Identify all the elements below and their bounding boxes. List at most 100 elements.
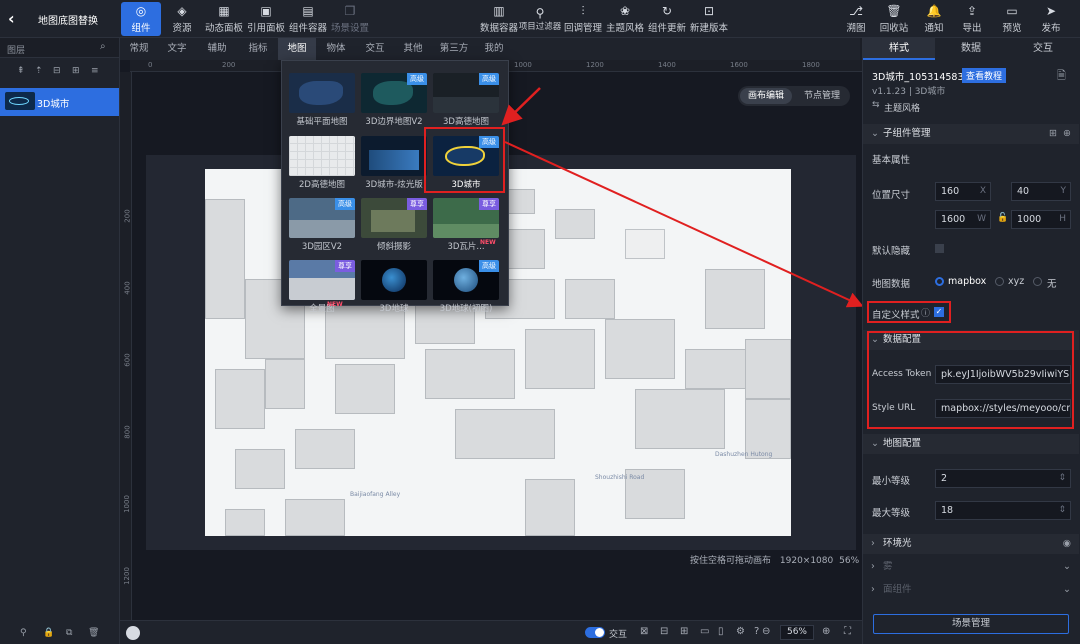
tab-other[interactable]: 其他 — [394, 38, 432, 60]
toolbar-reference-panel-button[interactable]: ▣ 引用面板 — [246, 2, 286, 36]
layout-icon[interactable]: ▯ — [718, 626, 724, 637]
move-up-icon[interactable]: ⇡ — [35, 66, 43, 76]
toolbar-dynamic-panel-button[interactable]: ▦ 动态面板 — [204, 2, 244, 36]
list-icon[interactable]: ≡ — [91, 66, 99, 76]
toolbar-preview-button[interactable]: ▭ 预览 — [992, 2, 1032, 36]
toolbar-data-container-button[interactable]: ▥ 数据容器 — [479, 2, 519, 36]
add-icon[interactable]: ⊕ — [1063, 124, 1071, 144]
map-thumb-basic-plane[interactable] — [289, 73, 355, 113]
width-input[interactable]: 1600 W — [935, 210, 991, 229]
move-top-icon[interactable]: ⇞ — [17, 66, 25, 76]
monitor-icon[interactable]: ▭ — [700, 626, 709, 637]
y-input[interactable]: 40 Y — [1011, 182, 1071, 201]
toolbar-container-button[interactable]: ▤ 组件容器 — [288, 2, 328, 36]
fit-screen-icon[interactable]: ⛶ — [844, 626, 851, 637]
screenshot-icon[interactable]: ⊠ — [640, 626, 648, 637]
collapsed-section-1[interactable]: › 雾 ⌄ — [863, 557, 1079, 577]
default-hidden-checkbox[interactable] — [935, 244, 944, 253]
tutorial-button[interactable]: 查看教程 — [962, 68, 1007, 83]
map-thumb-panorama[interactable]: 尊享 — [289, 260, 355, 300]
map-thumb-oblique-photo[interactable]: 尊享 — [361, 198, 427, 238]
zoom-in-icon[interactable]: ⊕ — [822, 626, 830, 637]
map-thumb-2d-amap[interactable] — [289, 136, 355, 176]
pin-icon[interactable]: ⚲ — [20, 628, 27, 638]
copy-icon[interactable]: ⧉ — [66, 628, 72, 638]
radio-xyz[interactable] — [995, 277, 1004, 286]
map-thumb-3d-earth[interactable] — [361, 260, 427, 300]
map-thumb-3d-park-v2[interactable]: 高级 — [289, 198, 355, 238]
folder-add-icon[interactable]: ⊞ — [1049, 124, 1057, 144]
theme-link[interactable]: 主题风格 — [884, 101, 920, 114]
tab-data[interactable]: 数据 — [935, 38, 1007, 60]
toolbar-scene-button[interactable]: ❐ 场景设置 — [330, 2, 370, 36]
back-button[interactable]: ‹ — [8, 9, 15, 28]
tab-style[interactable]: 样式 — [863, 38, 935, 60]
radio-mapbox[interactable] — [935, 277, 944, 286]
x-input[interactable]: 160 X — [935, 182, 991, 201]
delete-icon[interactable]: 🗑 — [88, 628, 99, 638]
table-icon[interactable]: ⊞ — [680, 626, 688, 637]
zoom-out-icon[interactable]: ⊖ — [762, 626, 770, 637]
zoom-input[interactable]: 56% — [780, 625, 814, 640]
doc-icon[interactable]: 🗎 — [1057, 67, 1066, 86]
grid-panel-icon: ▦ — [218, 3, 230, 18]
map-thumb-3d-amap[interactable]: 高级 — [433, 73, 499, 113]
tab-third-party[interactable]: 第三方 — [432, 38, 476, 60]
map-thumb-3d-city-glow[interactable] — [361, 136, 427, 176]
settings-icon[interactable]: ⚙ — [736, 626, 745, 637]
aspect-lock-icon[interactable]: 🔓 — [997, 213, 1008, 223]
tab-general[interactable]: 常规 — [120, 38, 158, 60]
toolbar-theme-button[interactable]: ❀ 主题风格 — [605, 2, 645, 36]
collapsed-section-2[interactable]: › 面组件 ⌄ — [863, 580, 1079, 600]
toolbar-export-button[interactable]: ⇪ 导出 — [952, 2, 992, 36]
map-thumb-3d-earth-basic[interactable]: 高级 — [433, 260, 499, 300]
lock-icon[interactable]: 🔒 — [43, 628, 54, 638]
min-level-input[interactable]: 2 ⇕ — [935, 469, 1071, 488]
node-manage-button[interactable]: 节点管理 — [796, 88, 848, 104]
tab-interaction[interactable]: 交互 — [356, 38, 394, 60]
tab-text[interactable]: 文字 — [158, 38, 196, 60]
ambient-light-section[interactable]: › 环境光 ◉ — [863, 534, 1079, 554]
avatar[interactable] — [126, 626, 140, 640]
radio-none[interactable] — [1033, 277, 1042, 286]
subcomponent-section[interactable]: ⌄ 子组件管理 ⊞ ⊕ — [863, 124, 1079, 144]
toolbar-update-button[interactable]: ↻ 组件更新 — [647, 2, 687, 36]
theme-link-icon: ⇆ — [872, 100, 880, 110]
ruler-label: 1600 — [730, 61, 748, 69]
toolbar-recycle-button[interactable]: 🗑 回收站 — [874, 2, 914, 36]
height-input[interactable]: 1000 H — [1011, 210, 1071, 229]
tab-indicator[interactable]: 指标 — [238, 38, 278, 60]
canvas-edit-button[interactable]: 画布编辑 — [740, 88, 792, 104]
scene-manage-button[interactable]: 场景管理 — [873, 614, 1069, 634]
map-thumb-3d-tiles[interactable]: 尊享 — [433, 198, 499, 238]
layer-item[interactable]: 3D城市 — [0, 88, 119, 116]
toggle-icon[interactable]: ⌄ — [1063, 580, 1071, 600]
ungroup-icon[interactable]: ⊞ — [72, 66, 80, 76]
tab-object[interactable]: 物体 — [316, 38, 356, 60]
tab-auxiliary[interactable]: 辅助 — [196, 38, 238, 60]
align-icon[interactable]: ⊟ — [660, 626, 668, 637]
layer-footer: ⚲ 🔒 ⧉ 🗑 — [0, 626, 119, 644]
tab-map[interactable]: 地图 — [278, 38, 316, 60]
toolbar-filter-button[interactable]: ⚲ 项目过滤器 — [519, 2, 562, 36]
map-thumb-3d-border-v2[interactable]: 高级 — [361, 73, 427, 113]
toolbar-components-button[interactable]: ◎ 组件 — [121, 2, 161, 36]
toolbar-resources-button[interactable]: ◈ 资源 — [162, 2, 202, 36]
badge-premium: 尊享 — [407, 198, 427, 210]
toolbar-publish-button[interactable]: ➤ 发布 — [1031, 2, 1071, 36]
help-icon[interactable]: ? — [754, 626, 759, 637]
group-icon[interactable]: ⊟ — [53, 66, 61, 76]
toggle-icon[interactable]: ⌄ — [1063, 557, 1071, 577]
toolbar-new-version-button[interactable]: ⊡ 新建版本 — [689, 2, 729, 36]
interaction-toggle[interactable] — [585, 627, 605, 638]
layer-search[interactable]: 图层 ⌕ — [0, 38, 119, 58]
tab-mine[interactable]: 我的 — [476, 38, 512, 60]
map-config-section[interactable]: ⌄ 地图配置 — [863, 434, 1079, 454]
max-level-input[interactable]: 18 ⇕ — [935, 501, 1071, 520]
annotation-data-config-box — [867, 331, 1074, 429]
tab-interaction-right[interactable]: 交互 — [1007, 38, 1079, 60]
toolbar-callback-button[interactable]: ⫶ 回调管理 — [563, 2, 603, 36]
toolbar-notify-button[interactable]: 🔔 通知 — [914, 2, 954, 36]
toolbar-trace-button[interactable]: ⎇ 溯图 — [836, 2, 876, 36]
eye-icon[interactable]: ◉ — [1063, 534, 1071, 554]
